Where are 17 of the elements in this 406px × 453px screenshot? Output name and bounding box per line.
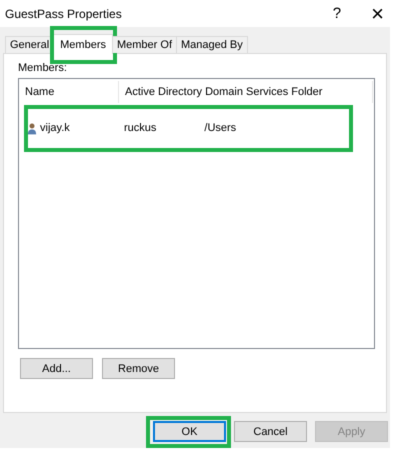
list-button[interactable]: Remove	[102, 358, 175, 379]
dialog-button[interactable]: OK	[153, 421, 226, 442]
dialog-button[interactable]: Cancel	[234, 421, 307, 442]
help-button[interactable]: ?	[332, 5, 342, 22]
close-button[interactable]: ×	[371, 0, 384, 26]
window-title: GuestPass Properties	[5, 6, 123, 20]
column-header[interactable]: Name	[19, 81, 119, 103]
tab[interactable]: Member Of	[112, 36, 177, 53]
folder-text: /Users	[204, 122, 236, 134]
members-label: Members:	[18, 62, 68, 74]
list-button[interactable]: Add...	[20, 358, 93, 379]
member-name[interactable]: vijay.k	[40, 122, 70, 134]
column-header[interactable]: Active Directory Domain Services Folder	[119, 81, 373, 103]
user-icon	[27, 122, 37, 134]
tab[interactable]: Managed By	[176, 36, 248, 53]
tab[interactable]: Members	[53, 34, 113, 54]
folder-text: ruckus	[124, 122, 156, 134]
